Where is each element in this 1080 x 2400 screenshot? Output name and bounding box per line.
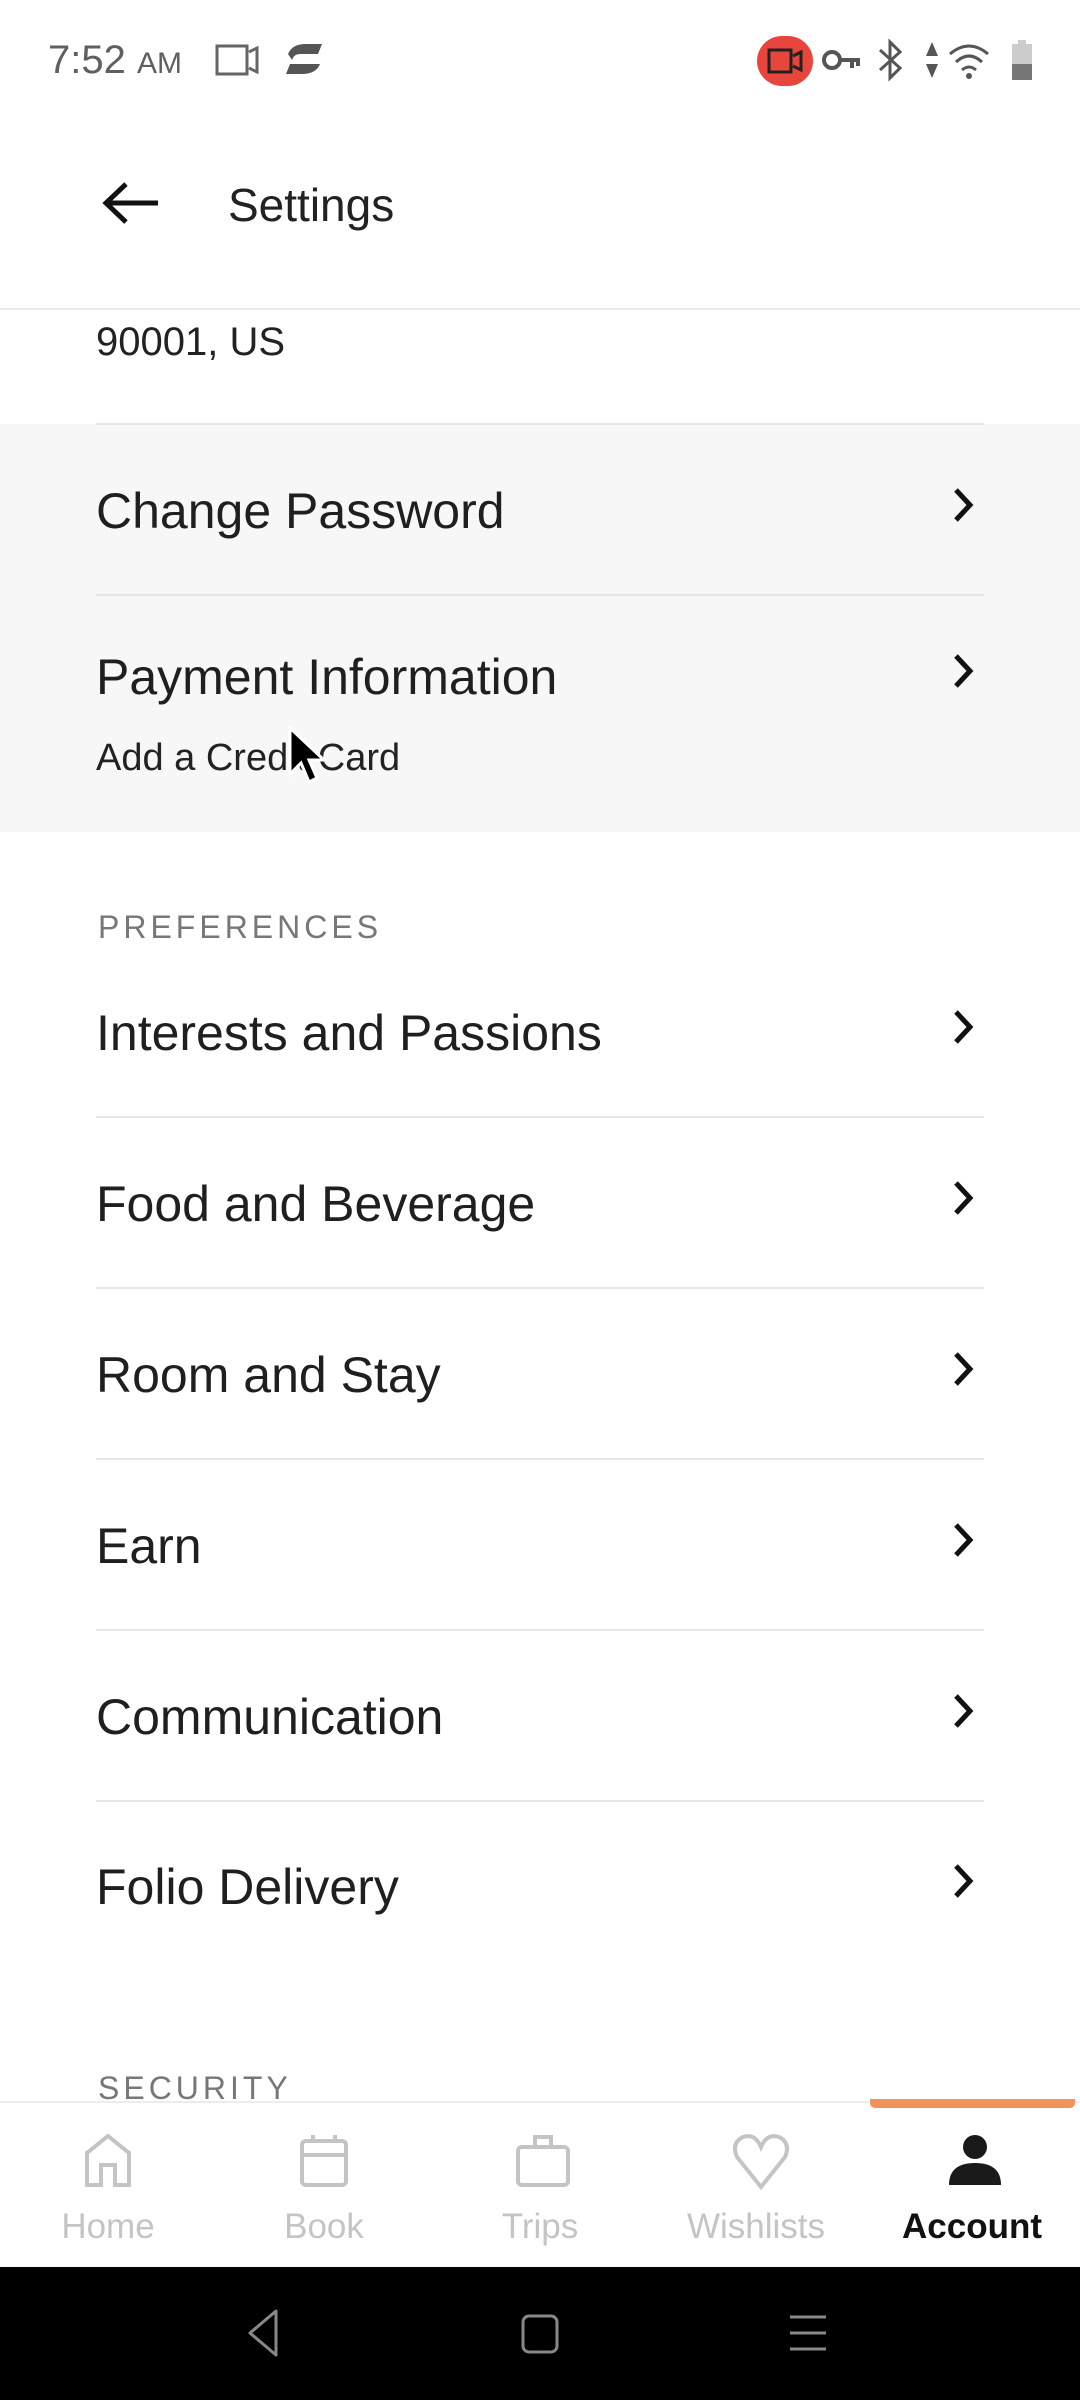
chevron-right-icon (954, 1181, 974, 1215)
preferences-header: PREFERENCES (98, 909, 383, 945)
calendar-icon (300, 2135, 348, 2187)
vpn-key-icon (822, 50, 860, 70)
chevron-right-icon (954, 1864, 974, 1898)
divider (96, 1458, 984, 1460)
bottom-nav: Home Book Trips Wishlists Account (0, 2101, 1080, 2267)
status-bar: 7:52 AM (0, 0, 1080, 120)
divider (96, 1116, 984, 1118)
heart-icon (733, 2134, 789, 2191)
system-menu-button[interactable] (788, 2313, 828, 2353)
payment-information-item[interactable]: Payment Information (96, 648, 984, 706)
sync-icon (286, 44, 322, 74)
nav-home[interactable]: Home (0, 2103, 216, 2269)
chevron-right-icon (954, 654, 974, 688)
divider (96, 423, 984, 425)
data-arrows-icon (926, 42, 938, 78)
chevron-right-icon (954, 1010, 974, 1044)
preference-item-earn[interactable]: Earn (96, 1517, 984, 1575)
app-header: Settings (0, 120, 1080, 310)
system-nav-bar (0, 2267, 1080, 2400)
nav-account[interactable]: Account (864, 2103, 1080, 2269)
system-back-button[interactable] (246, 2309, 280, 2357)
nav-book[interactable]: Book (216, 2103, 432, 2269)
back-button[interactable] (100, 180, 162, 226)
preference-item-room[interactable]: Room and Stay (96, 1346, 984, 1404)
divider (96, 1287, 984, 1289)
person-icon (949, 2135, 1001, 2185)
address-text: 90001, US (96, 320, 286, 364)
payment-subtitle: Add a Credit Card (96, 737, 401, 779)
divider (96, 1800, 984, 1802)
wifi-icon (949, 44, 989, 79)
active-tab-indicator (870, 2099, 1075, 2108)
preference-item-communication[interactable]: Communication (96, 1688, 984, 1746)
mouse-cursor-icon (288, 726, 328, 785)
screen-record-icon (215, 44, 259, 76)
battery-icon (1012, 40, 1032, 80)
nav-trips[interactable]: Trips (432, 2103, 648, 2269)
change-password-item[interactable]: Change Password (96, 482, 984, 540)
divider (96, 594, 984, 596)
camera-recording-icon (757, 36, 813, 86)
page-title: Settings (228, 179, 395, 231)
preference-item-folio[interactable]: Folio Delivery (96, 1858, 984, 1916)
suitcase-icon (516, 2135, 570, 2187)
chevron-right-icon (954, 1523, 974, 1557)
chevron-right-icon (954, 1694, 974, 1728)
status-time: 7:52 AM (48, 38, 182, 82)
preference-item-interests[interactable]: Interests and Passions (96, 1004, 984, 1062)
chevron-right-icon (954, 488, 974, 522)
chevron-right-icon (954, 1352, 974, 1386)
system-home-button[interactable] (520, 2313, 560, 2355)
divider (96, 1629, 984, 1631)
bluetooth-icon (878, 38, 903, 82)
nav-wishlists[interactable]: Wishlists (648, 2103, 864, 2269)
preference-item-food[interactable]: Food and Beverage (96, 1175, 984, 1233)
home-icon (85, 2133, 131, 2187)
